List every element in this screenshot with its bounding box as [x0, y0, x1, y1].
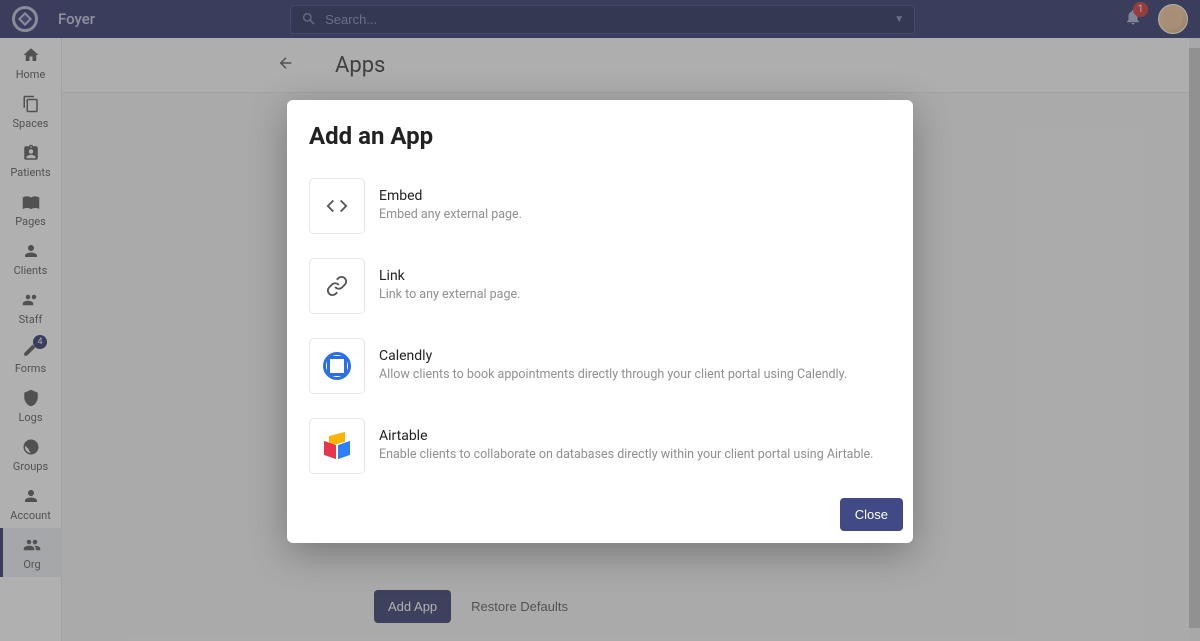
add-app-modal: Add an App Embed Embed any external page… — [287, 100, 913, 543]
close-button[interactable]: Close — [840, 498, 903, 531]
link-icon — [309, 258, 365, 314]
calendly-icon — [309, 338, 365, 394]
app-desc-label: Link to any external page. — [379, 286, 891, 304]
app-option-embed[interactable]: Embed Embed any external page. — [309, 166, 891, 246]
airtable-icon — [309, 418, 365, 474]
modal-app-list[interactable]: Embed Embed any external page. Link Link… — [309, 162, 913, 486]
app-name-label: Link — [379, 268, 891, 284]
modal-footer: Close — [287, 486, 913, 543]
app-desc-label: Embed any external page. — [379, 206, 891, 224]
app-name-label: Embed — [379, 188, 891, 204]
app-option-airtable[interactable]: Airtable Enable clients to collaborate o… — [309, 406, 891, 486]
app-name-label: Airtable — [379, 428, 891, 444]
app-option-calendly[interactable]: Calendly Allow clients to book appointme… — [309, 326, 891, 406]
app-name-label: Calendly — [379, 348, 891, 364]
embed-icon — [309, 178, 365, 234]
modal-title: Add an App — [287, 100, 913, 162]
app-desc-label: Allow clients to book appointments direc… — [379, 366, 891, 384]
app-option-link[interactable]: Link Link to any external page. — [309, 246, 891, 326]
app-desc-label: Enable clients to collaborate on databas… — [379, 446, 891, 464]
